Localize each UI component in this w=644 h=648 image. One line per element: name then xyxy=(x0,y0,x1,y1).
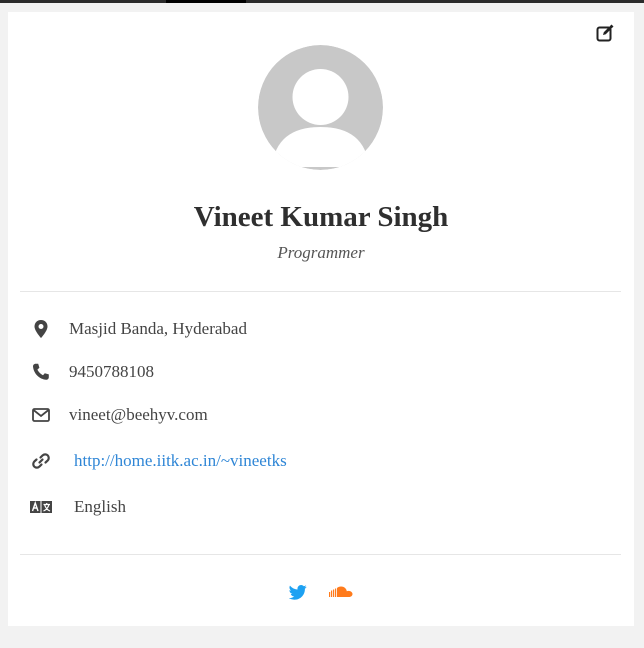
location-text: Masjid Banda, Hyderabad xyxy=(69,319,247,338)
soundcloud-icon[interactable] xyxy=(329,586,353,598)
envelope-icon xyxy=(30,405,52,425)
user-avatar-placeholder xyxy=(258,45,383,170)
phone-row: 9450788108 xyxy=(30,360,154,384)
link-icon xyxy=(30,451,52,471)
divider-top xyxy=(20,291,621,292)
edit-profile-button[interactable] xyxy=(594,22,616,44)
twitter-button[interactable] xyxy=(288,582,308,602)
divider-bottom xyxy=(20,554,621,555)
profile-name: Vineet Kumar Singh xyxy=(193,201,449,233)
map-marker-icon xyxy=(30,319,52,339)
location-row: Masjid Banda, Hyderabad xyxy=(30,317,247,341)
top-bar-accent xyxy=(166,0,246,3)
soundcloud-button[interactable] xyxy=(328,582,354,602)
language-row: English xyxy=(30,495,126,519)
phone-icon xyxy=(30,362,52,382)
top-bar xyxy=(0,0,644,3)
email-text: vineet@beehyv.com xyxy=(69,405,208,424)
email-row: vineet@beehyv.com xyxy=(30,403,208,427)
twitter-icon[interactable] xyxy=(289,584,307,600)
avatar xyxy=(258,45,383,170)
edit-icon[interactable] xyxy=(596,24,614,42)
phone-text: 9450788108 xyxy=(69,362,154,381)
language-text: English xyxy=(74,497,126,516)
profile-title: Programmer xyxy=(277,243,365,262)
website-link[interactable]: http://home.iitk.ac.in/~vineetks xyxy=(74,451,287,471)
website-row: http://home.iitk.ac.in/~vineetks xyxy=(30,449,287,473)
profile-card: Vineet Kumar Singh Programmer Masjid Ban… xyxy=(8,12,634,626)
language-icon xyxy=(30,497,52,517)
